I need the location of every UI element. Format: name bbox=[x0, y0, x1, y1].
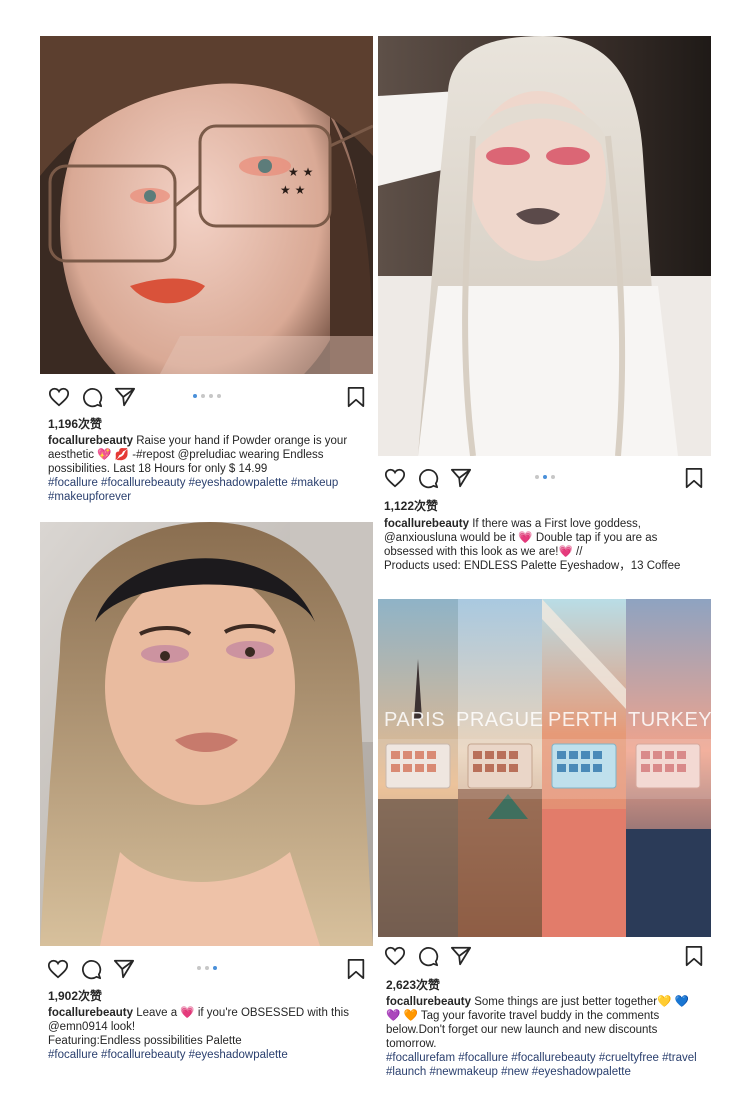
like-count[interactable]: 1,196次赞 bbox=[48, 415, 102, 432]
bookmark-icon[interactable] bbox=[345, 958, 367, 980]
post-2: 1,122次赞 focallurebeauty If there was a F… bbox=[378, 36, 711, 580]
post-caption: focallurebeauty Leave a 💗 if you're OBSE… bbox=[48, 1006, 366, 1062]
post-1-photo[interactable]: ★ ★ ★ ★ bbox=[40, 36, 373, 374]
caption-featuring: Featuring:Endless possibilities Palette bbox=[48, 1035, 242, 1047]
comment-icon[interactable] bbox=[81, 386, 103, 408]
bookmark-icon[interactable] bbox=[683, 467, 705, 489]
city-label-turkey: TURKEY bbox=[628, 709, 711, 731]
post-2-actions bbox=[378, 467, 711, 493]
username[interactable]: focallurebeauty bbox=[384, 518, 469, 530]
svg-text:★ ★: ★ ★ bbox=[280, 183, 305, 197]
carousel-dot bbox=[216, 394, 221, 398]
share-icon[interactable] bbox=[450, 945, 472, 967]
comment-icon[interactable] bbox=[417, 945, 439, 967]
svg-text:★ ★: ★ ★ bbox=[288, 165, 313, 179]
heart-icon[interactable] bbox=[48, 386, 70, 408]
post-4-actions bbox=[378, 945, 711, 971]
carousel-dot bbox=[196, 966, 201, 970]
like-count[interactable]: 1,122次赞 bbox=[384, 497, 438, 514]
carousel-dot bbox=[534, 475, 539, 479]
post-3-photo[interactable] bbox=[40, 522, 373, 946]
carousel-dot bbox=[542, 475, 547, 479]
like-count[interactable]: 1,902次赞 bbox=[48, 987, 102, 1004]
post-1: ★ ★ ★ ★ 1,196次赞 focallurebeauty Raise yo… bbox=[40, 36, 373, 506]
carousel-dot bbox=[550, 475, 555, 479]
post-caption: focallurebeauty If there was a First lov… bbox=[384, 517, 702, 573]
hashtags[interactable]: #focallurefam #focallure #focallurebeaut… bbox=[386, 1052, 697, 1078]
caption-products: Products used: ENDLESS Palette Eyeshadow… bbox=[384, 560, 681, 572]
post-2-photo[interactable] bbox=[378, 36, 711, 456]
share-icon[interactable] bbox=[114, 386, 136, 408]
hashtags[interactable]: #focallure #focallurebeauty #eyeshadowpa… bbox=[48, 477, 338, 503]
username[interactable]: focallurebeauty bbox=[48, 1007, 133, 1019]
carousel-dot bbox=[208, 394, 213, 398]
bookmark-icon[interactable] bbox=[683, 945, 705, 967]
post-4: PARIS PRAGUE PERTH TURKEY 2,623次赞 focall… bbox=[378, 599, 711, 1084]
carousel-indicator bbox=[196, 966, 217, 970]
share-icon[interactable] bbox=[450, 467, 472, 489]
heart-icon[interactable] bbox=[384, 945, 406, 967]
carousel-dot bbox=[204, 966, 209, 970]
post-3: 1,902次赞 focallurebeauty Leave a 💗 if you… bbox=[40, 522, 373, 1072]
carousel-indicator bbox=[534, 475, 555, 479]
comment-icon[interactable] bbox=[417, 467, 439, 489]
post-3-actions bbox=[40, 958, 373, 984]
post-4-photo[interactable]: PARIS PRAGUE PERTH TURKEY bbox=[378, 599, 711, 937]
bookmark-icon[interactable] bbox=[345, 386, 367, 408]
post-caption: focallurebeauty Some things are just bet… bbox=[386, 995, 704, 1079]
heart-icon[interactable] bbox=[384, 467, 406, 489]
like-count[interactable]: 2,623次赞 bbox=[386, 976, 440, 993]
carousel-dot bbox=[200, 394, 205, 398]
carousel-dot bbox=[192, 394, 197, 398]
carousel-dot bbox=[212, 966, 217, 970]
city-label-prague: PRAGUE bbox=[456, 709, 544, 731]
username[interactable]: focallurebeauty bbox=[48, 435, 133, 447]
hashtags[interactable]: #focallure #focallurebeauty #eyeshadowpa… bbox=[48, 1049, 288, 1061]
city-label-paris: PARIS bbox=[384, 709, 446, 731]
share-icon[interactable] bbox=[113, 958, 135, 980]
username[interactable]: focallurebeauty bbox=[386, 996, 471, 1008]
city-label-perth: PERTH bbox=[548, 709, 618, 731]
carousel-indicator bbox=[192, 394, 221, 398]
post-1-actions bbox=[40, 386, 373, 412]
heart-icon[interactable] bbox=[47, 958, 69, 980]
comment-icon[interactable] bbox=[80, 958, 102, 980]
post-caption: focallurebeauty Raise your hand if Powde… bbox=[48, 434, 366, 504]
